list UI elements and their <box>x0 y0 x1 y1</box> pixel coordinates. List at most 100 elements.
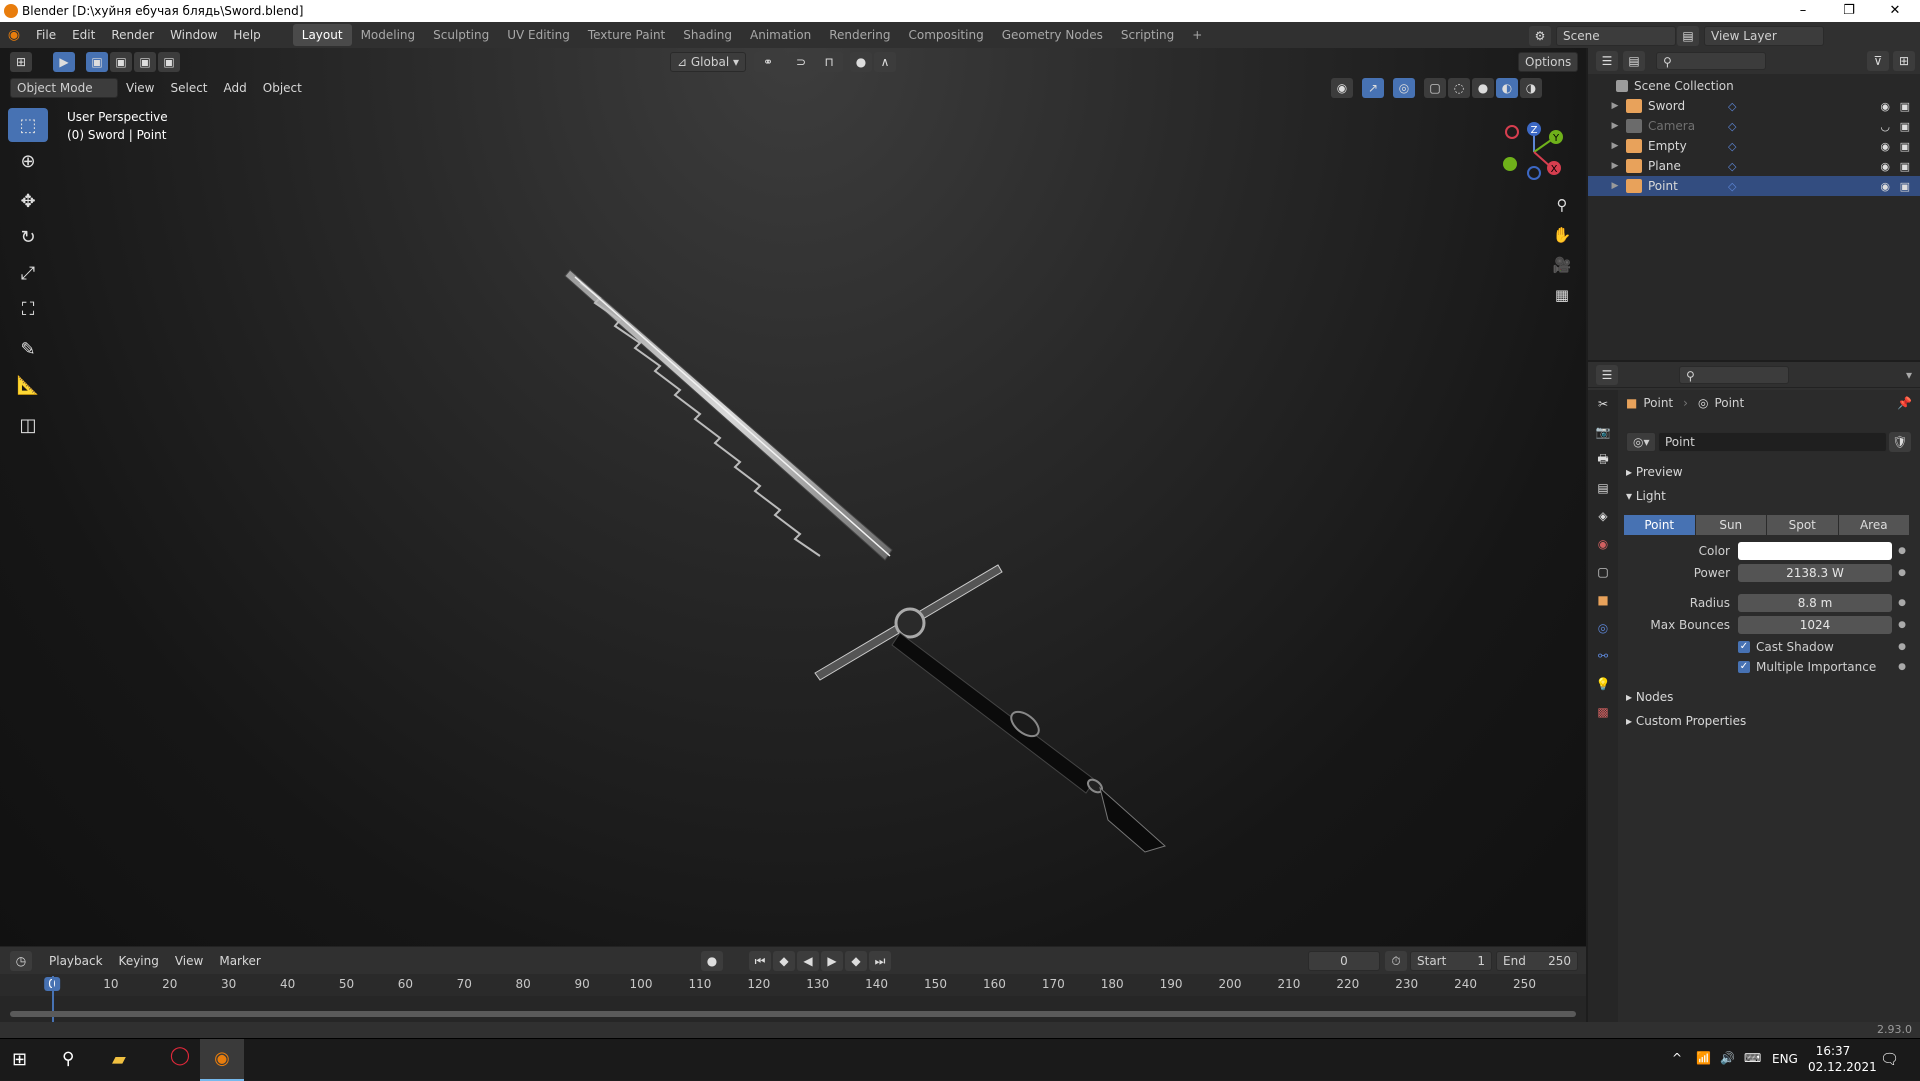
light-type-point[interactable]: Point <box>1624 515 1695 535</box>
light-data-tab-icon[interactable]: 💡 <box>1588 670 1618 698</box>
scene-tab-icon[interactable]: ◈ <box>1588 502 1618 530</box>
select-mode-subtract-icon[interactable]: ▣ <box>134 52 156 72</box>
solid-shading-icon[interactable]: ● <box>1472 78 1494 98</box>
display-mode-icon[interactable]: ▤ <box>1623 51 1645 71</box>
timeline-scrollbar[interactable] <box>10 1011 1576 1017</box>
preview-section-header[interactable]: ▸ Preview <box>1626 465 1683 479</box>
ortho-grid-icon[interactable]: ▦ <box>1548 286 1576 312</box>
expand-arrow-icon[interactable]: ▶ <box>1610 161 1620 171</box>
collection-tab-icon[interactable]: ▢ <box>1588 558 1618 586</box>
light-type-area[interactable]: Area <box>1838 515 1909 535</box>
scene-collection-row[interactable]: Scene Collection <box>1588 76 1920 96</box>
move-tool-icon[interactable]: ✥ <box>8 184 48 218</box>
xray-toggle-icon[interactable]: ▢ <box>1424 78 1446 98</box>
playhead[interactable] <box>52 976 54 1026</box>
render-camera-icon[interactable]: ▣ <box>1900 180 1910 193</box>
tool-tab-icon[interactable]: ✂ <box>1588 390 1618 418</box>
pin-icon[interactable]: 📌 <box>1897 396 1912 410</box>
falloff-icon[interactable]: ∧ <box>874 52 896 72</box>
start-frame-field[interactable]: Start 1 <box>1410 951 1492 971</box>
custom-properties-section-header[interactable]: ▸ Custom Properties <box>1626 714 1746 728</box>
tab-uv-editing[interactable]: UV Editing <box>498 24 579 46</box>
input-method-icon[interactable]: ⌨ <box>1744 1051 1761 1065</box>
outliner-editor-type-icon[interactable]: ☰ <box>1596 51 1618 71</box>
render-tab-icon[interactable]: 📷 <box>1588 418 1618 446</box>
prev-keyframe-icon[interactable]: ◆ <box>773 951 795 971</box>
tab-layout[interactable]: Layout <box>292 24 352 46</box>
expand-arrow-icon[interactable]: ▶ <box>1610 101 1620 111</box>
clock[interactable]: 16:37 02.12.2021 <box>1808 1043 1877 1075</box>
render-camera-icon[interactable]: ▣ <box>1900 100 1910 113</box>
file-explorer-icon[interactable]: ▰ <box>112 1049 126 1070</box>
menu-edit[interactable]: Edit <box>64 28 103 42</box>
next-keyframe-icon[interactable]: ◆ <box>845 951 867 971</box>
object-mode-dropdown[interactable]: Object Mode <box>10 78 118 98</box>
network-icon[interactable]: 📶 <box>1696 1051 1711 1065</box>
scene-icon[interactable]: ⚙ <box>1529 26 1551 46</box>
constraints-tab-icon[interactable]: ⚯ <box>1588 642 1618 670</box>
output-tab-icon[interactable]: 🖶 <box>1588 446 1618 474</box>
jump-end-icon[interactable]: ⏭ <box>869 951 891 971</box>
gizmo-neg-y-axis[interactable] <box>1503 157 1517 171</box>
menu-window[interactable]: Window <box>162 28 225 42</box>
viewport-menu-object[interactable]: Object <box>255 81 310 95</box>
pan-hand-icon[interactable]: ✋ <box>1548 226 1576 252</box>
timeline-menu-view[interactable]: View <box>167 954 211 968</box>
filter-icon[interactable]: ⊽ <box>1867 51 1889 71</box>
proportional-edit-icon[interactable]: ● <box>850 52 872 72</box>
viewport-menu-add[interactable]: Add <box>216 81 255 95</box>
play-reverse-icon[interactable]: ◀ <box>797 951 819 971</box>
volume-icon[interactable]: 🔊 <box>1720 1051 1735 1065</box>
gizmo-toggle-icon[interactable]: ↗ <box>1362 78 1384 98</box>
select-mode-intersect-icon[interactable]: ▣ <box>158 52 180 72</box>
view-layer-field[interactable]: View Layer <box>1704 26 1824 46</box>
timeline-editor-type-icon[interactable]: ◷ <box>10 951 32 971</box>
multiple-importance-checkbox[interactable]: ✓ <box>1738 661 1750 673</box>
sword-model[interactable] <box>0 48 1586 946</box>
light-section-header[interactable]: ▾ Light <box>1626 489 1666 503</box>
gizmo-neg-x-axis[interactable] <box>1505 125 1519 139</box>
snap-icon[interactable]: ⊃ <box>789 52 813 72</box>
tab-animation[interactable]: Animation <box>741 24 820 46</box>
scene-field[interactable]: Scene <box>1556 26 1676 46</box>
editor-type-icon[interactable]: ⊞ <box>10 52 32 72</box>
pivot-icon[interactable]: ⚭ <box>754 52 782 72</box>
scale-tool-icon[interactable]: ⤢ <box>8 256 48 290</box>
current-frame-field[interactable]: 0 <box>1308 951 1380 971</box>
wireframe-shading-icon[interactable]: ◌ <box>1448 78 1470 98</box>
tab-compositing[interactable]: Compositing <box>899 24 992 46</box>
overlay-toggle-icon[interactable]: ◎ <box>1393 78 1415 98</box>
outliner-row[interactable]: ▶ Camera ◇ ◡ ▣ <box>1588 116 1920 136</box>
light-datablock-field[interactable]: Point <box>1658 432 1887 452</box>
visibility-eye-icon[interactable]: ◉ <box>1880 100 1890 113</box>
options-dropdown[interactable]: Options <box>1518 52 1579 72</box>
expand-arrow-icon[interactable]: ▶ <box>1610 121 1620 131</box>
play-icon[interactable]: ▶ <box>821 951 843 971</box>
power-field[interactable]: 2138.3 W <box>1738 564 1892 582</box>
measure-tool-icon[interactable]: 📐 <box>8 368 48 402</box>
transform-tool-icon[interactable]: ⛶ <box>8 292 48 326</box>
visibility-eye-icon[interactable]: ◡ <box>1880 120 1890 133</box>
outliner-row[interactable]: ▶ Sword ◇ ◉ ▣ <box>1588 96 1920 116</box>
maximize-button[interactable]: ❐ <box>1826 0 1872 22</box>
light-type-spot[interactable]: Spot <box>1767 515 1838 535</box>
tray-overflow-icon[interactable]: ^ <box>1672 1051 1682 1065</box>
camera-view-icon[interactable]: 🎥 <box>1548 256 1576 282</box>
properties-dropdown-icon[interactable]: ▾ <box>1906 368 1912 382</box>
blender-taskbar-icon[interactable]: ◉ <box>200 1039 244 1081</box>
new-collection-icon[interactable]: ⊞ <box>1893 51 1915 71</box>
stopwatch-icon[interactable]: ⏱ <box>1385 951 1407 971</box>
multiple-importance-row[interactable]: ✓ Multiple Importance ● <box>1618 656 1920 678</box>
render-camera-icon[interactable]: ▣ <box>1900 140 1910 153</box>
language-indicator[interactable]: ENG <box>1772 1052 1798 1066</box>
texture-tab-icon[interactable]: ▩ <box>1588 698 1618 726</box>
properties-editor-type-icon[interactable]: ☰ <box>1596 364 1618 385</box>
outliner-row[interactable]: ▶ Point ◇ ◉ ▣ <box>1588 176 1920 196</box>
viewport-menu-view[interactable]: View <box>118 81 162 95</box>
cursor-tool-icon[interactable]: ⊕ <box>8 144 48 178</box>
visibility-eye-icon[interactable]: ◉ <box>1880 180 1890 193</box>
color-swatch[interactable] <box>1738 542 1892 560</box>
zoom-icon[interactable]: ⚲ <box>1548 196 1576 222</box>
cast-shadow-checkbox[interactable]: ✓ <box>1738 641 1750 653</box>
gizmo-neg-z-axis[interactable] <box>1527 166 1541 180</box>
